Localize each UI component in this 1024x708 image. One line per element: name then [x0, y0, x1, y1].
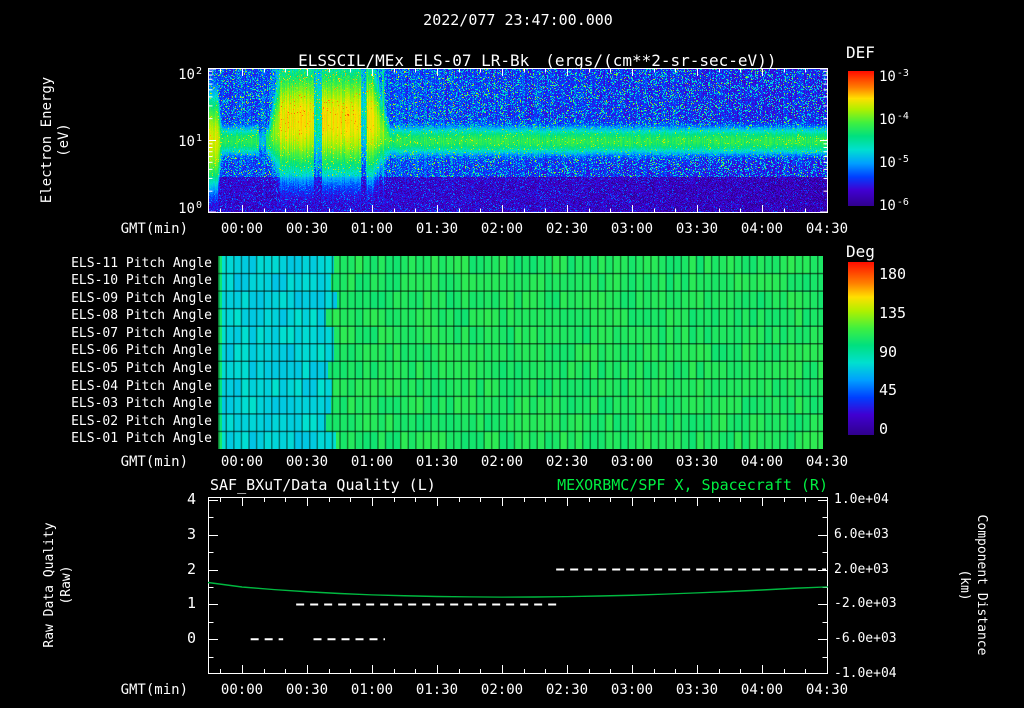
quality-axis-label: Raw Data Quality (Raw)	[41, 465, 75, 705]
gmt-axis-label: GMT(min)	[120, 682, 188, 698]
gmt-tick: 02:00	[480, 221, 524, 237]
gmt-tick: 00:30	[285, 682, 329, 698]
deg-colorbar-title: Deg	[846, 242, 875, 261]
gmt-axis-label: GMT(min)	[120, 454, 188, 470]
distance-tick: -6.0e+03	[834, 631, 897, 646]
pitch-row-label: ELS-11 Pitch Angle	[71, 256, 212, 271]
energy-axis-label-units: (eV)	[56, 123, 72, 157]
spacecraft-title-right: MEXORBMC/SPF X, Spacecraft (R)	[557, 476, 828, 494]
pitch-row-label: ELS-10 Pitch Angle	[71, 273, 212, 288]
gmt-tick: 04:30	[805, 682, 849, 698]
def-tick: 10-5	[879, 154, 909, 171]
def-tick: 10-6	[879, 197, 909, 214]
gmt-tick: 03:00	[610, 454, 654, 470]
gmt-axis-label: GMT(min)	[120, 221, 188, 237]
energy-tick: 100	[178, 200, 202, 217]
pitch-row-label: ELS-03 Pitch Angle	[71, 396, 212, 411]
gmt-tick: 01:00	[350, 454, 394, 470]
pitch-row-label: ELS-05 Pitch Angle	[71, 361, 212, 376]
pitch-row-label: ELS-07 Pitch Angle	[71, 326, 212, 341]
energy-axis-label: Electron Energy (eV)	[39, 30, 73, 250]
gmt-tick: 02:30	[545, 682, 589, 698]
deg-tick: 90	[879, 343, 898, 361]
def-tick: 10-3	[879, 68, 909, 85]
pitch-angle-canvas	[218, 256, 828, 449]
deg-colorbar	[848, 262, 874, 435]
gmt-tick: 02:30	[545, 454, 589, 470]
gmt-tick: 01:30	[415, 221, 459, 237]
gmt-tick: 00:00	[220, 682, 264, 698]
gmt-tick: 02:00	[480, 454, 524, 470]
gmt-tick: 01:30	[415, 682, 459, 698]
gmt-tick: 03:30	[675, 221, 719, 237]
distance-tick: -2.0e+03	[834, 596, 897, 611]
pitch-row-label: ELS-01 Pitch Angle	[71, 431, 212, 446]
energy-tick: 102	[178, 66, 202, 83]
pitch-row-label: ELS-06 Pitch Angle	[71, 343, 212, 358]
distance-axis-label: Component Distance (km)	[956, 465, 990, 705]
gmt-tick: 04:00	[740, 682, 784, 698]
electron-spectrogram-canvas	[208, 68, 828, 213]
gmt-tick: 01:30	[415, 454, 459, 470]
gmt-tick: 00:00	[220, 221, 264, 237]
gmt-tick: 03:00	[610, 682, 654, 698]
pitch-row-label: ELS-08 Pitch Angle	[71, 308, 212, 323]
energy-axis-label-text: Electron Energy	[39, 76, 55, 204]
quality-tick: 3	[186, 525, 196, 543]
def-tick: 10-4	[879, 111, 909, 128]
gmt-tick: 02:00	[480, 682, 524, 698]
gmt-tick: 01:00	[350, 221, 394, 237]
def-colorbar-title: DEF	[846, 43, 875, 62]
distance-tick: 1.0e+04	[834, 492, 889, 507]
gmt-tick: 03:30	[675, 682, 719, 698]
gmt-tick: 02:30	[545, 221, 589, 237]
quality-axis-label-text: Raw Data Quality	[42, 522, 57, 648]
gmt-tick: 00:00	[220, 454, 264, 470]
energy-tick: 101	[178, 133, 202, 150]
gmt-tick: 01:00	[350, 682, 394, 698]
distance-axis-label-units: (km)	[957, 569, 972, 601]
quality-tick: 4	[186, 490, 196, 508]
distance-axis-label-text: Component Distance	[974, 514, 989, 656]
gmt-tick: 00:30	[285, 221, 329, 237]
distance-tick: 6.0e+03	[834, 527, 889, 542]
pitch-row-label: ELS-02 Pitch Angle	[71, 414, 212, 429]
quality-tick: 1	[186, 594, 196, 612]
distance-tick: -1.0e+04	[834, 666, 897, 681]
deg-tick: 135	[879, 304, 907, 322]
gmt-tick: 03:00	[610, 221, 654, 237]
plot-page: 2022/077 23:47:00.000 ELSSCIL/MEx ELS-07…	[0, 0, 1024, 708]
quality-tick: 0	[186, 629, 196, 647]
quality-tick: 2	[186, 560, 196, 578]
pitch-row-label: ELS-09 Pitch Angle	[71, 291, 212, 306]
timestamp: 2022/077 23:47:00.000	[423, 11, 613, 29]
gmt-tick: 04:00	[740, 221, 784, 237]
def-colorbar	[848, 71, 874, 206]
deg-tick: 45	[879, 381, 898, 399]
quality-axis-label-units: (Raw)	[59, 565, 74, 605]
quality-line-canvas	[208, 497, 828, 674]
gmt-tick: 04:30	[805, 221, 849, 237]
gmt-tick: 03:30	[675, 454, 719, 470]
pitch-row-label: ELS-04 Pitch Angle	[71, 379, 212, 394]
gmt-tick: 00:30	[285, 454, 329, 470]
distance-tick: 2.0e+03	[834, 562, 889, 577]
gmt-tick: 04:00	[740, 454, 784, 470]
deg-tick: 0	[879, 420, 889, 438]
deg-tick: 180	[879, 265, 907, 283]
gmt-tick: 04:30	[805, 454, 849, 470]
